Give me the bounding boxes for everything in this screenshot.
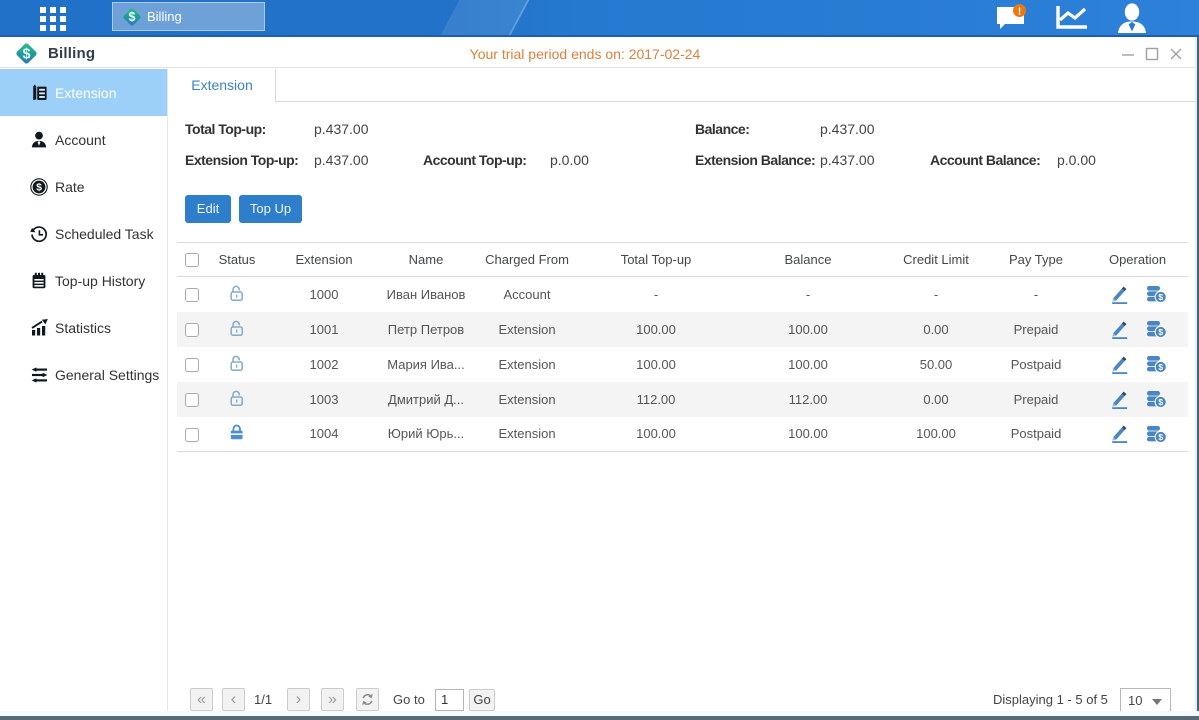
svg-text:$: $	[129, 10, 136, 24]
svg-text:$: $	[36, 181, 42, 193]
svg-text:!: !	[1018, 7, 1021, 18]
